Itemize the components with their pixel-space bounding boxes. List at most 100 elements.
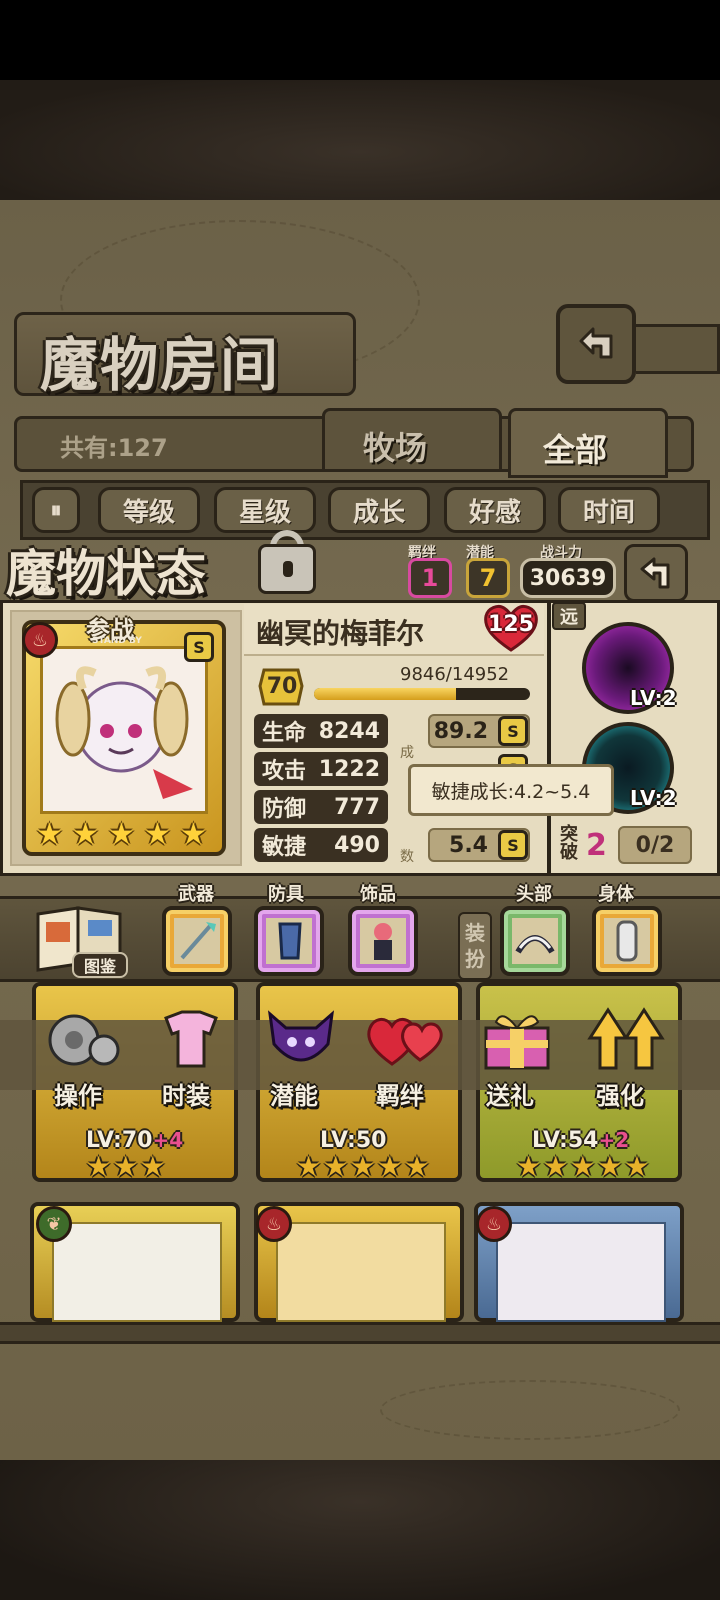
lock-button[interactable] [258, 544, 316, 594]
bond-value: 1 [408, 558, 452, 598]
hearts-icon [367, 1018, 443, 1066]
scroll-icon [604, 918, 650, 964]
action-gift-button[interactable]: 送礼 [472, 1004, 562, 1110]
level-value: 70 [266, 674, 298, 699]
tab-all-label: 全部 [543, 431, 608, 469]
rank-s-icon: S [498, 716, 528, 746]
weapon-label: 武器 [178, 884, 214, 905]
grid-card-stars: ★★★★★ [296, 1150, 432, 1183]
gift-icon [484, 1015, 550, 1070]
body-slot[interactable] [592, 906, 662, 976]
action-upgrade-button[interactable]: 强化 [582, 1004, 672, 1110]
body-label: 身体 [598, 884, 634, 905]
fire-element-icon: ♨ [256, 1206, 292, 1242]
fire-element-icon: ♨ [22, 622, 58, 658]
demon-icon [267, 1010, 335, 1062]
growth-label: 成 [400, 745, 414, 761]
sort-growth-button[interactable]: 成长 [328, 487, 430, 533]
head-slot[interactable] [500, 906, 570, 976]
power-value: 30639 [520, 558, 616, 598]
action-upgrade-label: 强化 [596, 1082, 644, 1110]
star-icon: ★ [108, 817, 135, 852]
sort-time-button[interactable]: 时间 [558, 487, 660, 533]
action-costume-button[interactable]: 时装 [146, 1004, 236, 1110]
accessory-slot[interactable] [348, 906, 418, 976]
star-icon: ★ [180, 817, 207, 852]
head-label: 头部 [516, 884, 552, 905]
tab-ranch-label: 牧场 [363, 429, 428, 467]
sort-affection-button[interactable]: 好感 [444, 487, 546, 533]
action-bond-button[interactable]: 羁绊 [362, 1004, 452, 1110]
stat-defense: 防御 777 [254, 790, 388, 824]
accessory-doll-icon [360, 918, 406, 964]
monster-illustration [55, 666, 193, 799]
action-gift-label: 送礼 [486, 1082, 534, 1110]
status-title: 魔物状态 [6, 544, 206, 603]
action-potential-label: 潜能 [270, 1082, 318, 1110]
star-icon: ★ [72, 817, 99, 852]
sort-level-button[interactable]: 等级 [98, 487, 200, 533]
star-rating: ★ ★ ★ ★ ★ [36, 820, 212, 850]
star-icon: ★ [144, 817, 171, 852]
monster-portrait [276, 1222, 446, 1322]
break-label: 突破 [560, 824, 578, 863]
background-lower [0, 1460, 720, 1600]
back-arrow-icon [579, 327, 613, 359]
return-arrow-icon [640, 557, 670, 589]
grid-bottom-frame [0, 1322, 720, 1344]
monster-portrait [52, 1222, 222, 1322]
exp-bar-fill [314, 688, 457, 700]
grid-card-stars: ★★★★★ [516, 1150, 652, 1183]
weapon-staff-icon [174, 918, 220, 964]
monster-portrait [40, 646, 208, 814]
weapon-slot[interactable] [162, 906, 232, 976]
rank-s-icon: S [498, 830, 528, 860]
page-title: 魔物房间 [40, 331, 281, 399]
background-upper [0, 80, 720, 200]
stat-attack: 攻击 1222 [254, 752, 388, 786]
skill-2-level: LV:2 [630, 786, 677, 810]
stat-hp: 生命 8244 [254, 714, 388, 748]
action-operate-label: 操作 [54, 1082, 102, 1110]
break-value: 2 [586, 828, 607, 863]
encyclopedia-label: 图鉴 [72, 952, 128, 978]
exp-bar [314, 688, 530, 700]
fire-element-icon: ♨ [476, 1206, 512, 1242]
action-potential-button[interactable]: 潜能 [256, 1004, 346, 1110]
gear-icon [48, 1014, 120, 1066]
break-progress: 0/2 [618, 826, 692, 864]
armor-gauntlet-icon [266, 918, 312, 964]
range-badge: 远 [552, 602, 586, 630]
accessory-label: 饰品 [360, 884, 396, 905]
costume-icon [164, 1010, 218, 1068]
map-decoration [380, 1380, 680, 1440]
return-button[interactable] [624, 544, 688, 602]
exp-text: 9846/14952 [400, 664, 510, 685]
grid-card-stars: ★★★ [86, 1150, 168, 1183]
affection-value: 125 [488, 612, 534, 637]
standby-sub-label: STAND BY [92, 636, 142, 646]
lock-icon [283, 561, 293, 577]
potential-value: 7 [466, 558, 510, 598]
action-bond-label: 羁绊 [376, 1082, 424, 1110]
armor-slot[interactable] [254, 906, 324, 976]
sort-star-button[interactable]: 星级 [214, 487, 316, 533]
stat-agility: 敏捷 490 [254, 828, 388, 862]
headdress-icon [512, 918, 558, 964]
monster-count: 共有:127 [60, 434, 168, 462]
action-operate-button[interactable]: 操作 [38, 1004, 128, 1110]
sort-order-toggle[interactable]: ⏸ [32, 487, 80, 533]
back-strip [636, 324, 720, 374]
tab-all[interactable]: 全部 [508, 408, 668, 478]
growth-label: 数 [400, 849, 414, 865]
tab-ranch[interactable]: 牧场 [322, 408, 502, 472]
skill-1-level: LV:2 [630, 686, 677, 710]
monster-name: 幽冥的梅菲尔 [256, 617, 425, 650]
growth-tooltip: 敏捷成长:4.2~5.4 [408, 764, 614, 816]
back-button[interactable] [556, 304, 636, 384]
star-icon: ★ [36, 817, 63, 852]
upgrade-arrows-icon [587, 1007, 665, 1070]
armor-label: 防具 [268, 884, 304, 905]
nature-element-icon: ❦ [36, 1206, 72, 1242]
status-bar-area [0, 0, 720, 80]
